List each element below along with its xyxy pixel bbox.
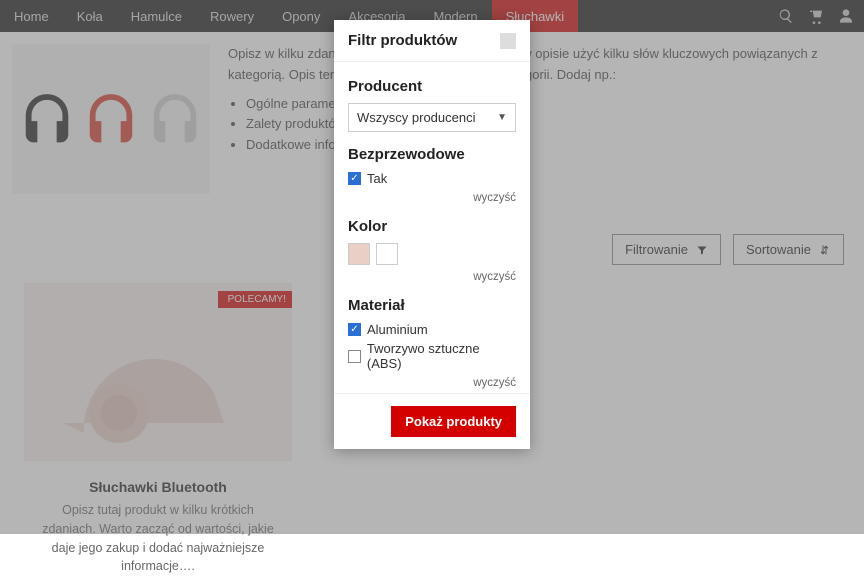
material-aluminium-label: Aluminium: [367, 322, 428, 337]
filter-dialog: Filtr produktów Producent Wszyscy produc…: [334, 20, 530, 449]
producer-select[interactable]: Wszyscy producenci ▼: [348, 103, 516, 132]
close-icon[interactable]: [500, 33, 516, 49]
color-swatch-white[interactable]: [376, 243, 398, 265]
apply-filters-button[interactable]: Pokaż produkty: [391, 406, 516, 437]
wireless-clear[interactable]: wyczyść: [348, 192, 516, 204]
chevron-down-icon: ▼: [497, 112, 507, 123]
color-clear[interactable]: wyczyść: [348, 271, 516, 283]
producer-selected-value: Wszyscy producenci: [357, 110, 475, 125]
material-aluminium-checkbox[interactable]: ✓: [348, 323, 361, 336]
material-clear[interactable]: wyczyść: [348, 377, 516, 389]
wireless-yes-label: Tak: [367, 171, 387, 186]
material-abs-checkbox[interactable]: [348, 350, 361, 363]
section-color: Kolor: [348, 218, 516, 235]
section-material: Materiał: [348, 297, 516, 314]
filter-dialog-title: Filtr produktów: [348, 32, 457, 49]
section-producer: Producent: [348, 78, 516, 95]
material-abs-label: Tworzywo sztuczne (ABS): [367, 341, 516, 371]
wireless-yes-checkbox[interactable]: ✓: [348, 172, 361, 185]
color-swatch-rose[interactable]: [348, 243, 370, 265]
section-wireless: Bezprzewodowe: [348, 146, 516, 163]
modal-backdrop[interactable]: Filtr produktów Producent Wszyscy produc…: [0, 0, 864, 534]
